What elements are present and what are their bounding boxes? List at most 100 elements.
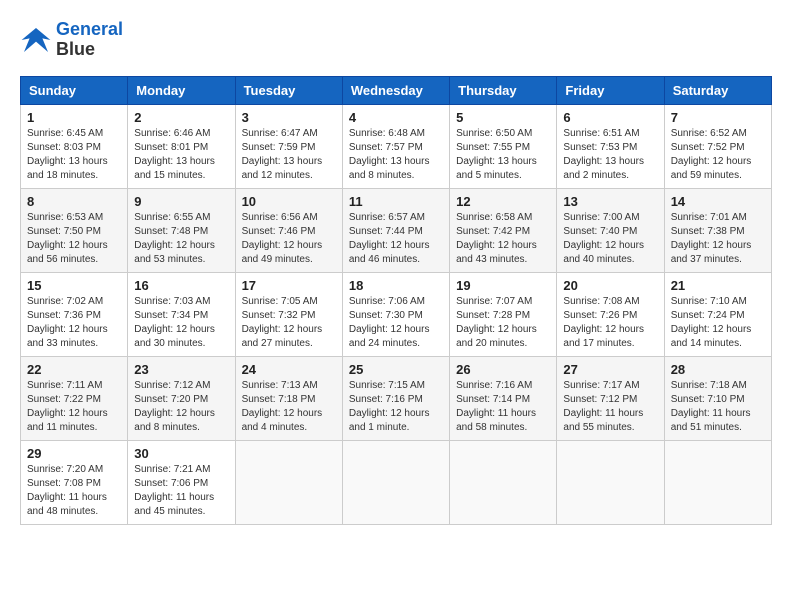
- calendar-week-4: 22 Sunrise: 7:11 AM Sunset: 7:22 PM Dayl…: [21, 356, 772, 440]
- calendar-cell: 1 Sunrise: 6:45 AM Sunset: 8:03 PM Dayli…: [21, 104, 128, 188]
- calendar-cell: 15 Sunrise: 7:02 AM Sunset: 7:36 PM Dayl…: [21, 272, 128, 356]
- day-number: 27: [563, 362, 657, 377]
- calendar-cell: [450, 440, 557, 524]
- weekday-header-saturday: Saturday: [664, 76, 771, 104]
- calendar-week-3: 15 Sunrise: 7:02 AM Sunset: 7:36 PM Dayl…: [21, 272, 772, 356]
- day-number: 8: [27, 194, 121, 209]
- day-number: 26: [456, 362, 550, 377]
- calendar-cell: 20 Sunrise: 7:08 AM Sunset: 7:26 PM Dayl…: [557, 272, 664, 356]
- day-number: 20: [563, 278, 657, 293]
- calendar-table: SundayMondayTuesdayWednesdayThursdayFrid…: [20, 76, 772, 525]
- day-info: Sunrise: 6:45 AM Sunset: 8:03 PM Dayligh…: [27, 127, 121, 183]
- day-info: Sunrise: 7:18 AM Sunset: 7:10 PM Dayligh…: [671, 379, 765, 435]
- day-info: Sunrise: 6:48 AM Sunset: 7:57 PM Dayligh…: [349, 127, 443, 183]
- calendar-cell: 25 Sunrise: 7:15 AM Sunset: 7:16 PM Dayl…: [342, 356, 449, 440]
- day-info: Sunrise: 7:11 AM Sunset: 7:22 PM Dayligh…: [27, 379, 121, 435]
- calendar-cell: 22 Sunrise: 7:11 AM Sunset: 7:22 PM Dayl…: [21, 356, 128, 440]
- day-number: 19: [456, 278, 550, 293]
- day-number: 22: [27, 362, 121, 377]
- calendar-cell: 13 Sunrise: 7:00 AM Sunset: 7:40 PM Dayl…: [557, 188, 664, 272]
- calendar-cell: 16 Sunrise: 7:03 AM Sunset: 7:34 PM Dayl…: [128, 272, 235, 356]
- day-number: 7: [671, 110, 765, 125]
- weekday-header-sunday: Sunday: [21, 76, 128, 104]
- day-info: Sunrise: 7:16 AM Sunset: 7:14 PM Dayligh…: [456, 379, 550, 435]
- day-number: 16: [134, 278, 228, 293]
- calendar-cell: 29 Sunrise: 7:20 AM Sunset: 7:08 PM Dayl…: [21, 440, 128, 524]
- calendar-cell: 30 Sunrise: 7:21 AM Sunset: 7:06 PM Dayl…: [128, 440, 235, 524]
- weekday-header-tuesday: Tuesday: [235, 76, 342, 104]
- day-number: 17: [242, 278, 336, 293]
- day-number: 23: [134, 362, 228, 377]
- weekday-header-friday: Friday: [557, 76, 664, 104]
- calendar-cell: 12 Sunrise: 6:58 AM Sunset: 7:42 PM Dayl…: [450, 188, 557, 272]
- calendar-cell: 28 Sunrise: 7:18 AM Sunset: 7:10 PM Dayl…: [664, 356, 771, 440]
- day-info: Sunrise: 7:08 AM Sunset: 7:26 PM Dayligh…: [563, 295, 657, 351]
- weekday-header-thursday: Thursday: [450, 76, 557, 104]
- calendar-cell: 7 Sunrise: 6:52 AM Sunset: 7:52 PM Dayli…: [664, 104, 771, 188]
- page-header: General Blue: [20, 20, 772, 60]
- day-number: 29: [27, 446, 121, 461]
- calendar-week-1: 1 Sunrise: 6:45 AM Sunset: 8:03 PM Dayli…: [21, 104, 772, 188]
- calendar-cell: 17 Sunrise: 7:05 AM Sunset: 7:32 PM Dayl…: [235, 272, 342, 356]
- logo-icon: [20, 24, 52, 56]
- day-info: Sunrise: 7:12 AM Sunset: 7:20 PM Dayligh…: [134, 379, 228, 435]
- day-info: Sunrise: 7:05 AM Sunset: 7:32 PM Dayligh…: [242, 295, 336, 351]
- calendar-week-2: 8 Sunrise: 6:53 AM Sunset: 7:50 PM Dayli…: [21, 188, 772, 272]
- day-number: 18: [349, 278, 443, 293]
- day-info: Sunrise: 6:46 AM Sunset: 8:01 PM Dayligh…: [134, 127, 228, 183]
- calendar-cell: 18 Sunrise: 7:06 AM Sunset: 7:30 PM Dayl…: [342, 272, 449, 356]
- logo-text: General Blue: [56, 20, 123, 60]
- day-number: 2: [134, 110, 228, 125]
- day-number: 24: [242, 362, 336, 377]
- day-info: Sunrise: 7:03 AM Sunset: 7:34 PM Dayligh…: [134, 295, 228, 351]
- day-info: Sunrise: 6:58 AM Sunset: 7:42 PM Dayligh…: [456, 211, 550, 267]
- day-number: 6: [563, 110, 657, 125]
- calendar-cell: [557, 440, 664, 524]
- day-number: 1: [27, 110, 121, 125]
- day-info: Sunrise: 6:57 AM Sunset: 7:44 PM Dayligh…: [349, 211, 443, 267]
- calendar-cell: 24 Sunrise: 7:13 AM Sunset: 7:18 PM Dayl…: [235, 356, 342, 440]
- day-info: Sunrise: 7:21 AM Sunset: 7:06 PM Dayligh…: [134, 463, 228, 519]
- calendar-cell: [235, 440, 342, 524]
- weekday-header-wednesday: Wednesday: [342, 76, 449, 104]
- day-number: 11: [349, 194, 443, 209]
- day-info: Sunrise: 6:52 AM Sunset: 7:52 PM Dayligh…: [671, 127, 765, 183]
- calendar-cell: 21 Sunrise: 7:10 AM Sunset: 7:24 PM Dayl…: [664, 272, 771, 356]
- calendar-cell: 10 Sunrise: 6:56 AM Sunset: 7:46 PM Dayl…: [235, 188, 342, 272]
- calendar-cell: 8 Sunrise: 6:53 AM Sunset: 7:50 PM Dayli…: [21, 188, 128, 272]
- day-info: Sunrise: 7:01 AM Sunset: 7:38 PM Dayligh…: [671, 211, 765, 267]
- calendar-cell: 4 Sunrise: 6:48 AM Sunset: 7:57 PM Dayli…: [342, 104, 449, 188]
- day-info: Sunrise: 7:17 AM Sunset: 7:12 PM Dayligh…: [563, 379, 657, 435]
- day-info: Sunrise: 7:00 AM Sunset: 7:40 PM Dayligh…: [563, 211, 657, 267]
- day-number: 25: [349, 362, 443, 377]
- day-number: 14: [671, 194, 765, 209]
- calendar-cell: 11 Sunrise: 6:57 AM Sunset: 7:44 PM Dayl…: [342, 188, 449, 272]
- weekday-header-monday: Monday: [128, 76, 235, 104]
- calendar-cell: 5 Sunrise: 6:50 AM Sunset: 7:55 PM Dayli…: [450, 104, 557, 188]
- calendar-header-row: SundayMondayTuesdayWednesdayThursdayFrid…: [21, 76, 772, 104]
- day-info: Sunrise: 7:10 AM Sunset: 7:24 PM Dayligh…: [671, 295, 765, 351]
- day-number: 10: [242, 194, 336, 209]
- day-info: Sunrise: 6:56 AM Sunset: 7:46 PM Dayligh…: [242, 211, 336, 267]
- logo: General Blue: [20, 20, 123, 60]
- day-info: Sunrise: 6:50 AM Sunset: 7:55 PM Dayligh…: [456, 127, 550, 183]
- day-info: Sunrise: 6:55 AM Sunset: 7:48 PM Dayligh…: [134, 211, 228, 267]
- day-number: 15: [27, 278, 121, 293]
- day-number: 30: [134, 446, 228, 461]
- day-info: Sunrise: 7:02 AM Sunset: 7:36 PM Dayligh…: [27, 295, 121, 351]
- calendar-cell: [342, 440, 449, 524]
- day-info: Sunrise: 7:20 AM Sunset: 7:08 PM Dayligh…: [27, 463, 121, 519]
- calendar-cell: 2 Sunrise: 6:46 AM Sunset: 8:01 PM Dayli…: [128, 104, 235, 188]
- calendar-cell: 19 Sunrise: 7:07 AM Sunset: 7:28 PM Dayl…: [450, 272, 557, 356]
- day-info: Sunrise: 6:47 AM Sunset: 7:59 PM Dayligh…: [242, 127, 336, 183]
- day-number: 9: [134, 194, 228, 209]
- calendar-cell: 14 Sunrise: 7:01 AM Sunset: 7:38 PM Dayl…: [664, 188, 771, 272]
- day-number: 28: [671, 362, 765, 377]
- calendar-cell: 26 Sunrise: 7:16 AM Sunset: 7:14 PM Dayl…: [450, 356, 557, 440]
- day-number: 13: [563, 194, 657, 209]
- day-info: Sunrise: 6:51 AM Sunset: 7:53 PM Dayligh…: [563, 127, 657, 183]
- calendar-cell: 23 Sunrise: 7:12 AM Sunset: 7:20 PM Dayl…: [128, 356, 235, 440]
- day-number: 3: [242, 110, 336, 125]
- day-info: Sunrise: 7:07 AM Sunset: 7:28 PM Dayligh…: [456, 295, 550, 351]
- calendar-cell: 6 Sunrise: 6:51 AM Sunset: 7:53 PM Dayli…: [557, 104, 664, 188]
